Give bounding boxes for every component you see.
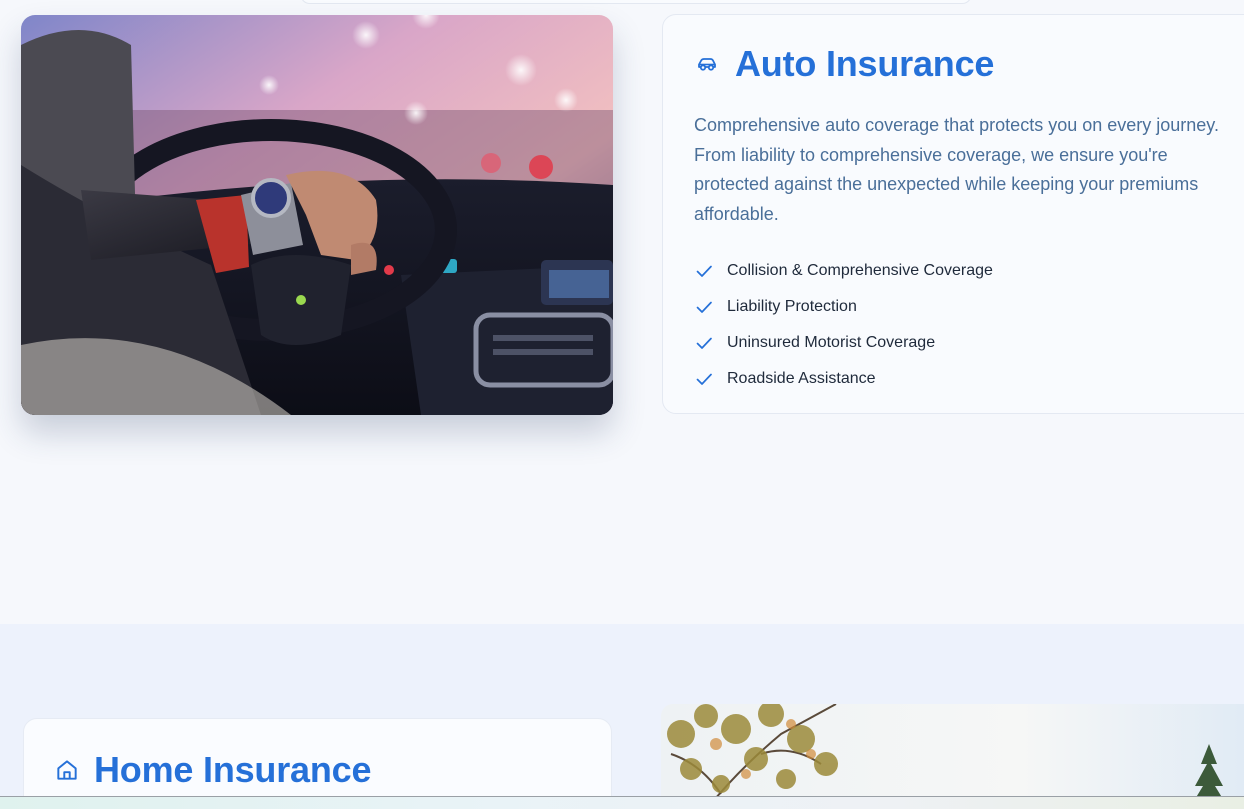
check-icon (696, 337, 712, 349)
check-icon (696, 301, 712, 313)
bottom-edge-strip (0, 796, 1244, 809)
auto-insurance-image (21, 15, 613, 415)
check-icon (696, 265, 712, 277)
feature-label: Roadside Assistance (727, 370, 876, 387)
check-icon (696, 373, 712, 385)
driver-photo-illustration (21, 15, 613, 415)
home-insurance-title: Home Insurance (94, 749, 372, 790)
auto-insurance-description: Comprehensive auto coverage that protect… (694, 115, 1219, 224)
feature-label: Liability Protection (727, 298, 857, 315)
feature-item: Roadside Assistance (695, 361, 993, 397)
feature-item: Collision & Comprehensive Coverage (695, 253, 993, 289)
feature-item: Uninsured Motorist Coverage (695, 325, 993, 361)
trees-photo-illustration (661, 704, 1244, 809)
page: Auto Insurance Comprehensive auto covera… (0, 0, 1244, 809)
feature-label: Uninsured Motorist Coverage (727, 334, 936, 351)
auto-insurance-title: Auto Insurance (735, 43, 995, 84)
home-insurance-image (661, 704, 1244, 809)
auto-insurance-card: Auto Insurance Comprehensive auto covera… (662, 14, 1244, 414)
car-icon (698, 58, 716, 71)
top-card-edge (300, 0, 972, 4)
auto-insurance-feature-list: Collision & Comprehensive Coverage Liabi… (695, 253, 993, 397)
feature-label: Collision & Comprehensive Coverage (727, 262, 993, 279)
home-icon (57, 760, 77, 780)
feature-item: Liability Protection (695, 289, 993, 325)
home-insurance-heading: Home Insurance (54, 749, 371, 791)
auto-insurance-heading: Auto Insurance (695, 43, 994, 85)
